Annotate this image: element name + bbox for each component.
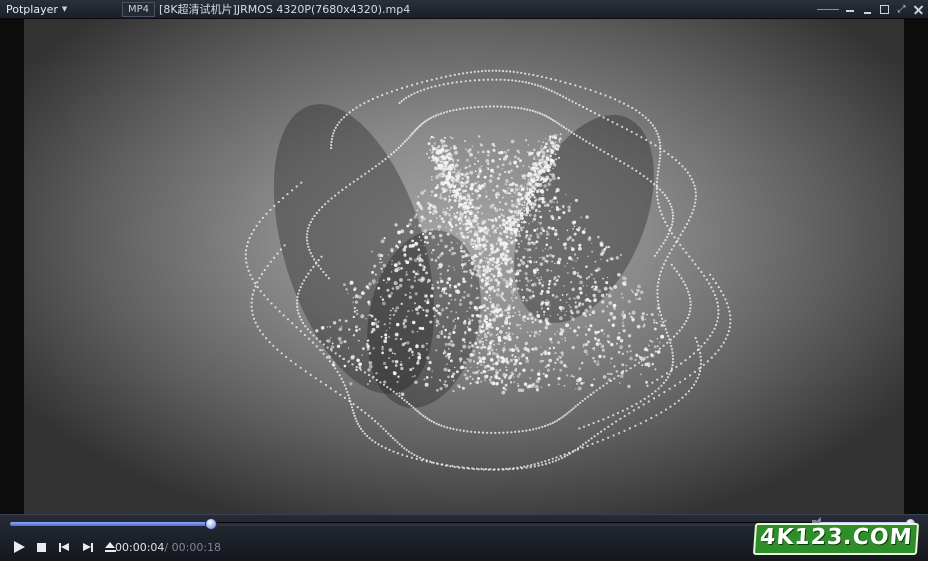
chevron-down-icon: ▼ xyxy=(61,5,68,13)
time-display: 00:00:04/ 00:00:18 xyxy=(115,541,221,554)
seek-handle[interactable] xyxy=(205,518,218,530)
pin-icon[interactable] xyxy=(845,4,856,15)
total-time: 00:00:18 xyxy=(171,541,222,554)
control-bar: 00:00:04/ 00:00:18 4K123.COM xyxy=(0,514,928,561)
format-badge: MP4 xyxy=(122,1,156,17)
file-title: [8K超清试机片]JRMOS 4320P(7680x4320).mp4 xyxy=(159,3,411,16)
app-name: Potplayer xyxy=(6,2,58,16)
seek-progress xyxy=(10,522,212,526)
particle-artwork xyxy=(244,69,732,471)
next-icon[interactable] xyxy=(81,541,94,554)
site-watermark-logo: 4K123.COM xyxy=(752,523,920,555)
titlebar-divider xyxy=(817,4,839,15)
current-time: 00:00:04 xyxy=(115,541,165,554)
app-menu-button[interactable]: Potplayer ▼ xyxy=(0,3,116,16)
time-separator: / xyxy=(164,541,169,554)
playback-buttons xyxy=(12,541,117,554)
window-controls: ⤢ xyxy=(817,0,924,18)
title-bar: Potplayer ▼ MP4 [8K超清试机片]JRMOS 4320P(768… xyxy=(0,0,928,19)
minimize-icon[interactable] xyxy=(862,4,873,15)
play-icon[interactable] xyxy=(12,541,25,554)
prev-icon[interactable] xyxy=(58,541,71,554)
stop-icon[interactable] xyxy=(35,541,48,554)
maximize-icon[interactable] xyxy=(879,4,890,15)
video-frame xyxy=(24,19,904,514)
close-icon[interactable] xyxy=(913,4,924,15)
fullscreen-icon[interactable]: ⤢ xyxy=(896,4,907,15)
video-area[interactable] xyxy=(0,19,928,514)
